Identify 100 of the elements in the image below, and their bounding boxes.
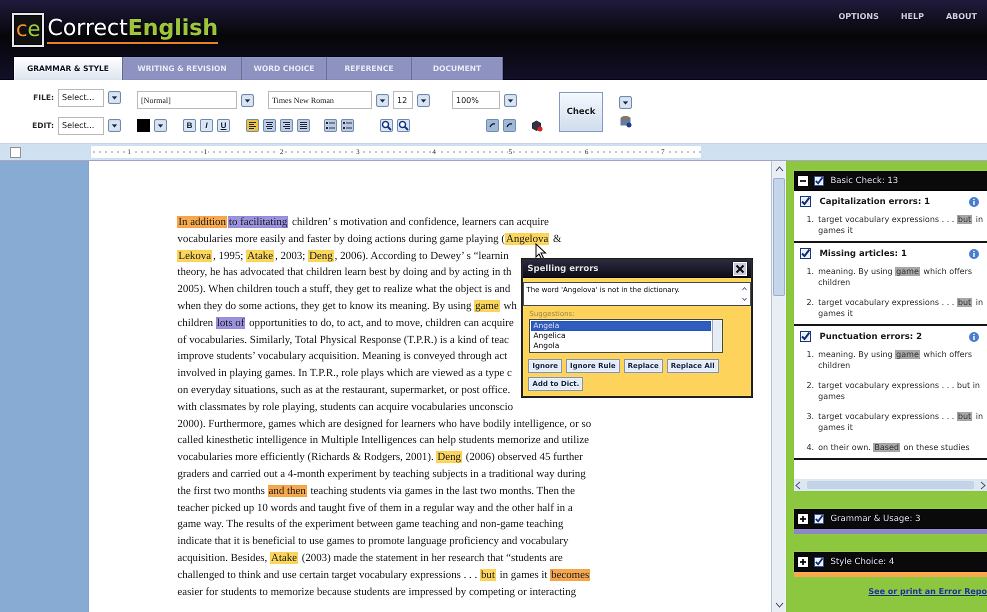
document-text: opportunities to do, to act, and to move, children can acquire [248,316,514,329]
marked-word[interactable]: but [956,412,972,421]
document-text: theory, he has advocated that children learn best by doing and by acting in th [177,266,512,278]
document-text: involved in playing games. In T.P.R., role plays which are viewed as a type c [177,367,512,380]
checkbox[interactable] [800,248,812,259]
database-icon[interactable] [619,114,632,128]
zoom-select[interactable]: 100% [452,91,500,109]
expand-icon[interactable] [798,514,808,524]
document-text: indicate that it is beneficial to use games to promote language proficiency and vocabulary [177,535,568,548]
document-text: 2000). Furthermore, games which are designed for learners who have bodily intelligence, or so [177,418,592,430]
format-button[interactable]: B [183,119,196,132]
vertical-scrollbar[interactable] [770,161,786,612]
marked-word[interactable]: game [895,350,920,359]
section-header[interactable]: Grammar & Usage: 3 [794,509,987,529]
info-icon[interactable] [969,332,980,342]
size-select[interactable]: 12 [393,91,413,109]
highlighted-word[interactable]: Deng [436,451,462,464]
result-text: which offers [922,350,972,359]
result-text: games [818,392,845,401]
checkbox[interactable] [814,557,824,567]
highlighted-word[interactable]: Atake [270,552,298,564]
style-select[interactable]: [Normal] [137,91,237,109]
marked-word[interactable]: game [895,267,920,276]
document-text: on everyday situations, such as at the restaurant, supermarket, or post office. [177,384,510,396]
nav-link[interactable]: HELP [900,12,924,21]
highlighted-word[interactable]: and then [268,484,307,497]
format-button[interactable]: U [217,119,230,132]
document-text: challenged to think and use certain target vocabulary expressions . . . [177,568,478,581]
document-text: (2003) made the statement in her research that “students are [300,552,563,564]
magnifier-icon[interactable] [380,119,393,132]
scroll-down-icon[interactable] [774,600,784,609]
highlighted-word[interactable]: game [474,300,500,312]
result-text: games it [818,226,853,235]
check-button[interactable]: Check [559,92,603,132]
document-text: teacher picked up 10 words and taught five of them in a regular way and the other half in a [177,502,573,514]
checkbox[interactable] [814,514,824,524]
document-text: vocabularies more efficiently (Richards & Rodgers, 2001). [177,451,435,464]
result-text: games it [818,423,853,432]
align-icon[interactable] [297,119,310,132]
cube-icon[interactable] [530,119,543,132]
document-text: with classmates by role playing, students can acquire vocabularies unconscio [177,400,514,413]
item-number: 3. [806,411,814,423]
list-icon[interactable] [324,119,337,132]
section-header[interactable]: Basic Check: 13 [794,171,987,191]
highlighted-word[interactable]: Atake [246,250,274,262]
highlighted-word[interactable]: Angelova [504,232,550,245]
report-link[interactable]: See or print an Error Repo [794,587,987,596]
checkbox[interactable] [814,176,824,186]
nav-link[interactable]: OPTIONS [838,12,879,21]
magnifier-icon[interactable] [397,119,410,132]
select-field[interactable]: Select... [58,88,104,106]
highlighted-word[interactable]: becomes [550,568,590,581]
highlighted-word[interactable]: Lekova [177,250,212,262]
section-title: Style Choice: 4 [830,557,894,567]
format-button[interactable]: I [200,119,213,132]
align-icon[interactable] [263,119,276,132]
align-icon[interactable] [246,119,259,132]
document-text: acquisition. Besides, [177,552,268,564]
undo-icon[interactable] [486,119,499,132]
font-select[interactable]: Times New Roman [268,91,372,109]
color-swatch-icon[interactable] [137,119,150,132]
document-text: the first two months [177,484,266,497]
mouse-pointer-icon [535,243,548,260]
document-text: easier for students to memorize because students are impressed by competing or interacting [177,586,576,598]
tab-stop-icon[interactable] [10,146,21,158]
scroll-arrows-icon[interactable] [741,286,748,302]
highlighted-word[interactable]: Deng [308,250,334,262]
result-text: in [974,412,984,421]
nav-link[interactable]: ABOUT [946,12,977,21]
align-icon[interactable] [280,119,293,132]
item-number: 2. [806,380,814,392]
highlighted-word[interactable]: In addition [177,216,227,228]
horizontal-scrollbar[interactable] [794,479,987,491]
close-icon[interactable] [733,262,748,276]
highlighted-word[interactable]: but [480,568,496,581]
document-text: & [552,232,562,245]
collapse-icon[interactable] [798,176,808,186]
section-header[interactable]: Style Choice: 4 [794,552,987,572]
document-text: called kinesthetic intelligence in Multiple Intelligences can help students memorize and utilize [177,434,590,446]
marked-word[interactable]: but [956,298,972,307]
list-icon[interactable] [341,119,354,132]
result-text: which offers [922,267,972,276]
scroll-thumb[interactable] [773,178,786,296]
group-title: Capitalization errors: 1 [819,196,932,206]
expand-icon[interactable] [798,557,808,567]
checkbox[interactable] [800,331,812,342]
highlighted-word[interactable]: to facilitating [228,216,288,228]
info-icon[interactable] [969,196,980,206]
marked-word[interactable]: Based [873,443,900,452]
undo-icon[interactable] [503,119,516,132]
marked-word[interactable]: but [956,215,972,224]
document-text: improve students’ vocabulary acquisition. Meaning is conveyed through act [177,350,508,362]
scroll-up-icon[interactable] [774,165,784,174]
group-title: Punctuation errors: 2 [819,332,924,342]
info-icon[interactable] [969,248,980,258]
scroll-right-icon[interactable] [978,480,987,490]
group-title: Missing articles: 1 [819,248,908,258]
highlighted-word[interactable]: lots of [216,316,246,329]
checkbox[interactable] [800,196,812,207]
select-field[interactable]: Select... [58,116,104,134]
